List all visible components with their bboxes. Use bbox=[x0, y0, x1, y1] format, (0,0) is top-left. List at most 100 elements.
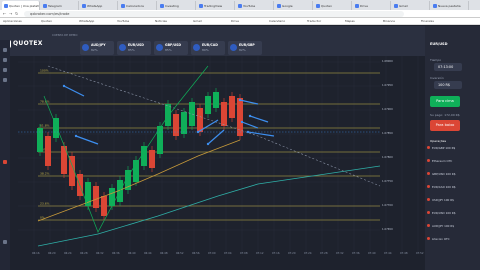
browser-tab[interactable]: Telegram bbox=[41, 1, 79, 10]
candle-body bbox=[213, 92, 219, 108]
tab-favicon-icon bbox=[160, 4, 164, 8]
time-axis-label: 07:24 bbox=[304, 252, 312, 255]
bookmark-item[interactable]: Gmail bbox=[193, 19, 202, 23]
asset-tab[interactable]: GBP/USD 85% bbox=[154, 41, 188, 55]
bookmark-item[interactable]: YouTube bbox=[117, 19, 129, 23]
price-axis-label: 1.08000 bbox=[382, 60, 393, 63]
time-axis-label: 07:04 bbox=[224, 252, 232, 255]
bookmark-item[interactable]: Noticias bbox=[155, 19, 167, 23]
time-label: Tiempo bbox=[430, 58, 442, 62]
buy-up-button[interactable]: Para cima bbox=[430, 96, 460, 107]
alert-icon[interactable] bbox=[3, 160, 7, 164]
bookmark-item[interactable]: Quotex bbox=[41, 19, 52, 23]
fib-label: 100% bbox=[40, 69, 49, 73]
operation-row[interactable]: GBP/USD 100 R$ bbox=[427, 172, 475, 181]
sell-down-button[interactable]: Para baixo bbox=[430, 120, 460, 131]
asset-flag-icon bbox=[156, 44, 163, 51]
candle-body bbox=[109, 188, 115, 206]
bookmark-item[interactable]: Finanzas bbox=[421, 19, 434, 23]
url-input[interactable]: qxbroker.com/es/trade bbox=[24, 11, 404, 17]
operation-label: Ethereum OTC bbox=[432, 159, 453, 163]
bookmark-item[interactable]: Binance bbox=[383, 19, 395, 23]
browser-tab[interactable]: Calculadora bbox=[119, 1, 157, 10]
tab-label: YouTube bbox=[243, 4, 256, 8]
amount-label: Inversión bbox=[430, 76, 444, 80]
time-axis-label: 06:16 bbox=[32, 252, 40, 255]
fib-label: 78.6% bbox=[40, 100, 50, 104]
browser-tab[interactable]: Google bbox=[275, 1, 313, 10]
tab-label: Calculadora bbox=[126, 4, 144, 8]
operation-label: AUD/JPY 100 R$ bbox=[432, 224, 455, 228]
reload-icon[interactable]: ↻ bbox=[15, 11, 18, 16]
bookmark-item[interactable]: Aplicaciones bbox=[3, 19, 22, 23]
browser-tab[interactable]: TradingView bbox=[197, 1, 235, 10]
asset-flag-icon bbox=[119, 44, 126, 51]
chart-type-icon[interactable] bbox=[3, 48, 7, 52]
timeframe-icon[interactable] bbox=[3, 78, 7, 82]
time-field[interactable]: 07:13:00 bbox=[434, 63, 462, 71]
tab-favicon-icon bbox=[277, 4, 281, 8]
asset-tab[interactable]: EUR/CAD 80% bbox=[191, 41, 225, 55]
asset-name: EUR/USD bbox=[128, 43, 144, 47]
bookmark-item[interactable]: Drive bbox=[231, 19, 239, 23]
candle-body bbox=[189, 102, 195, 126]
tab-favicon-icon bbox=[43, 4, 47, 8]
bookmark-item[interactable]: Mapas bbox=[345, 19, 355, 23]
bookmark-item[interactable]: Traductor bbox=[307, 19, 321, 23]
operation-status-icon bbox=[427, 172, 430, 175]
price-axis-label: 1.07850 bbox=[382, 132, 393, 135]
operations-title: Operações bbox=[430, 139, 447, 143]
time-axis-label: 07:48 bbox=[400, 252, 408, 255]
operation-row[interactable]: EUR/CAD 100 R$ bbox=[427, 185, 475, 194]
nav-forward-icon[interactable]: → bbox=[9, 11, 12, 16]
asset-tab[interactable]: AUD/JPY 82% bbox=[80, 41, 114, 55]
time-axis-label: 07:08 bbox=[240, 252, 248, 255]
amount-field[interactable]: 100 R$ bbox=[434, 81, 462, 89]
operation-label: USD/JPY 100 R$ bbox=[432, 198, 454, 202]
asset-tab[interactable]: EUR/USD 85% bbox=[117, 41, 151, 55]
time-axis-label: 06:56 bbox=[192, 252, 200, 255]
tab-label: Telegram bbox=[48, 4, 62, 8]
price-axis-label: 1.07950 bbox=[382, 84, 393, 87]
tab-label: Drive bbox=[360, 4, 368, 8]
operation-row[interactable]: Ethereum OTC bbox=[427, 159, 475, 168]
price-chart[interactable]: 100% 78.6% 61.8% 50% 38.2% 23.6% 0% bbox=[18, 56, 424, 254]
asset-tab[interactable]: EUR/GBP 82% bbox=[228, 41, 262, 55]
price-axis-label: 1.07750 bbox=[382, 180, 393, 183]
operation-row[interactable]: EUR/GBP 100 R$ bbox=[427, 146, 475, 155]
operation-status-icon bbox=[427, 224, 430, 227]
asset-name: EUR/CAD bbox=[202, 43, 218, 47]
asset-name: AUD/JPY bbox=[91, 43, 106, 47]
browser-tab[interactable]: Investing bbox=[158, 1, 196, 10]
operation-row[interactable]: USD/JPY 100 R$ bbox=[427, 198, 475, 207]
tab-favicon-icon bbox=[199, 4, 203, 8]
browser-tab[interactable]: YouTube bbox=[236, 1, 274, 10]
operation-row[interactable]: EUR/USD 100 R$ bbox=[427, 211, 475, 220]
candle-body bbox=[237, 98, 243, 136]
operation-row[interactable]: Litecoin OTC bbox=[427, 237, 475, 246]
annotation-arrow-icon bbox=[249, 115, 269, 123]
browser-tab[interactable]: WhatsApp bbox=[80, 1, 118, 10]
time-axis-label: 06:36 bbox=[112, 252, 120, 255]
candle-body bbox=[101, 196, 107, 216]
browser-tab[interactable]: Drive bbox=[353, 1, 391, 10]
annotation-arrow-head-icon bbox=[62, 84, 66, 88]
browser-tab[interactable]: Quotex | Una plataforma bbox=[2, 1, 40, 10]
drawing-icon[interactable] bbox=[3, 68, 7, 72]
browser-tab[interactable]: Gmail bbox=[392, 1, 430, 10]
tab-favicon-icon bbox=[316, 4, 320, 8]
nav-back-icon[interactable]: ← bbox=[3, 11, 6, 16]
bookmark-item[interactable]: Calendario bbox=[269, 19, 285, 23]
operation-status-icon bbox=[427, 185, 430, 188]
operation-label: EUR/GBP 100 R$ bbox=[432, 146, 456, 150]
bookmark-item[interactable]: WhatsApp bbox=[79, 19, 94, 23]
indicators-icon[interactable] bbox=[3, 58, 7, 62]
price-axis-label: 1.07800 bbox=[382, 156, 393, 159]
asset-payout: 82% bbox=[239, 48, 246, 52]
browser-tab[interactable]: Quotex bbox=[314, 1, 352, 10]
browser-tab[interactable]: Nueva pestaña bbox=[431, 1, 469, 10]
operation-row[interactable]: AUD/JPY 100 R$ bbox=[427, 224, 475, 233]
operation-status-icon bbox=[427, 159, 430, 162]
asset-flag-icon bbox=[193, 44, 200, 51]
settings-icon[interactable] bbox=[3, 240, 7, 244]
